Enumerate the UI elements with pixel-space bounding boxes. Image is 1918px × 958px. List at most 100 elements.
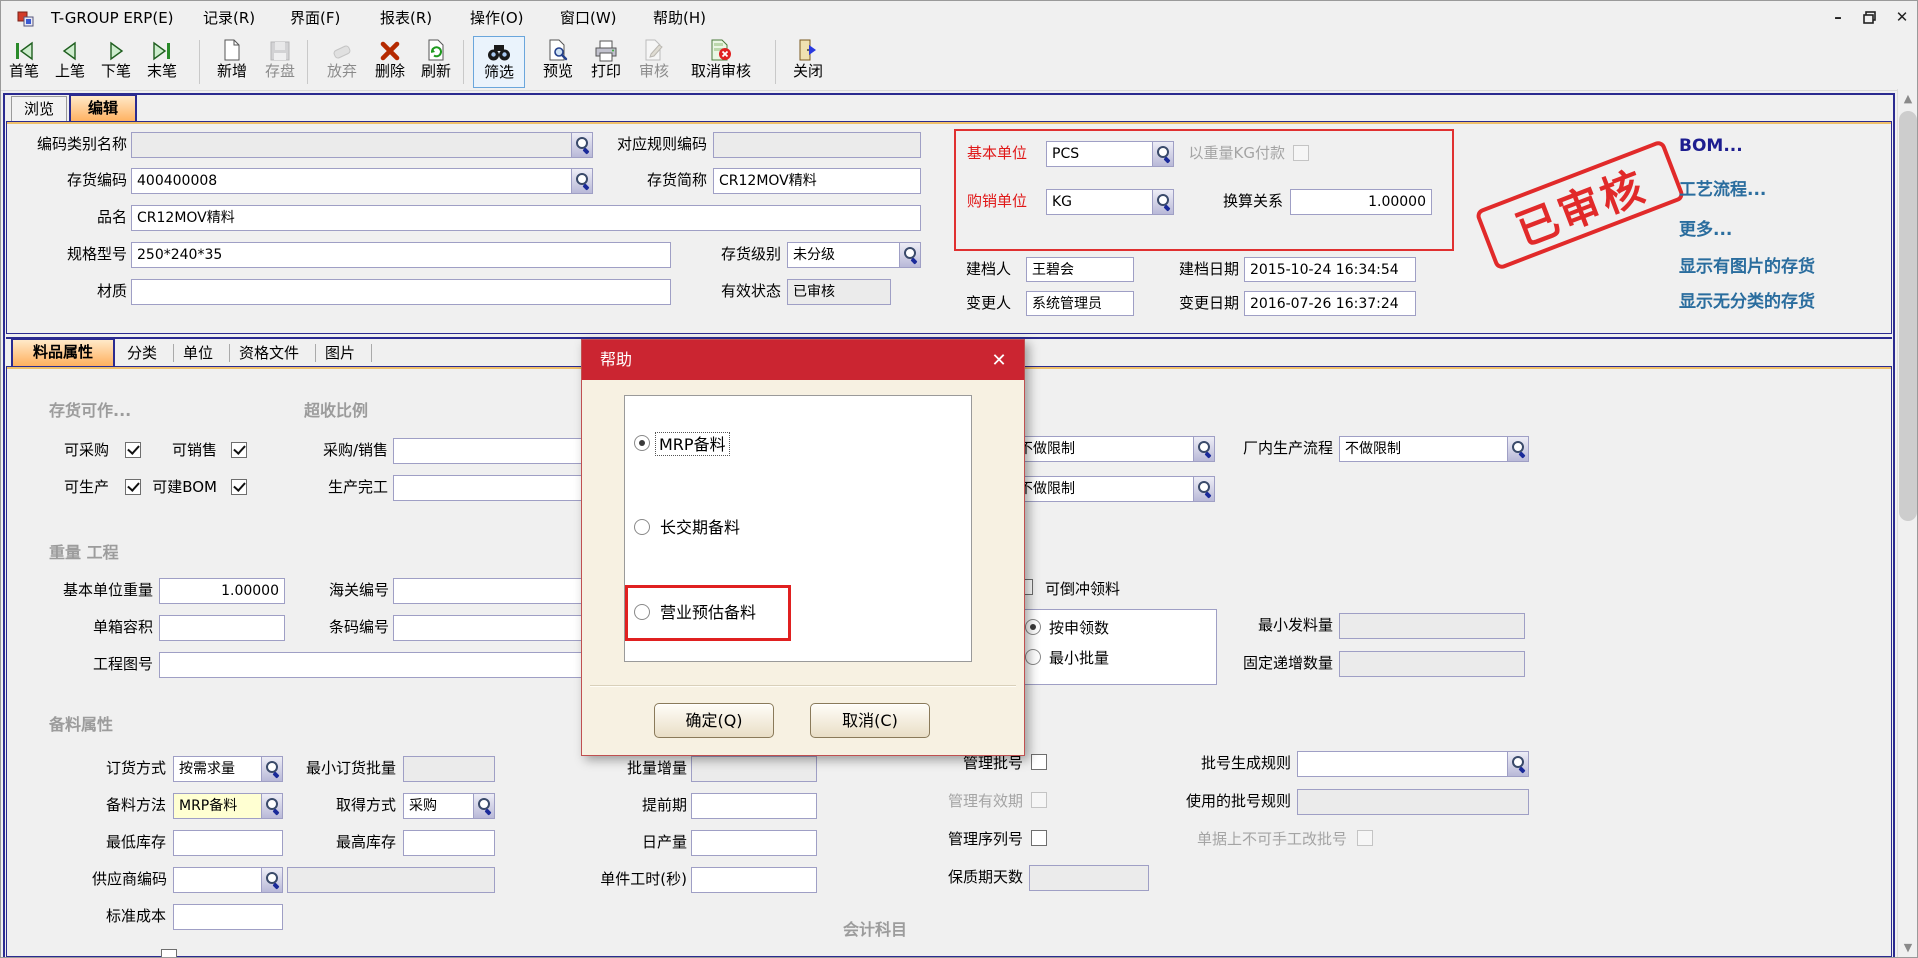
- lookup-icon[interactable]: [261, 757, 282, 781]
- can-produce-checkbox[interactable]: [125, 479, 141, 495]
- long-lead-prep-radio[interactable]: [634, 519, 650, 535]
- batch-increment-label: 批量增量: [609, 756, 687, 781]
- vertical-scrollbar[interactable]: ▲ ▼: [1897, 89, 1917, 958]
- lookup-icon[interactable]: [1507, 752, 1528, 776]
- acquire-mode-field[interactable]: 采购: [403, 793, 495, 819]
- item-code-field[interactable]: 400400008: [131, 168, 593, 194]
- close-button[interactable]: 关闭: [785, 36, 831, 88]
- order-mode-field[interactable]: 按需求量: [173, 756, 283, 782]
- tab-qualification[interactable]: 资格文件: [239, 341, 299, 365]
- first-record-button[interactable]: 首笔: [1, 36, 47, 88]
- manage-batch-checkbox[interactable]: [1031, 754, 1047, 770]
- lookup-icon[interactable]: [1152, 190, 1173, 214]
- filter-button[interactable]: 筛选: [473, 36, 525, 88]
- by-request-radio[interactable]: [1025, 619, 1041, 635]
- link-show-with-images[interactable]: 显示有图片的存货: [1679, 252, 1815, 277]
- lookup-icon[interactable]: [1152, 142, 1173, 166]
- menu-report[interactable]: 报表(R): [374, 7, 438, 29]
- menu-interface[interactable]: 界面(F): [284, 7, 346, 29]
- minimize-button[interactable]: –: [1825, 5, 1851, 29]
- dialog-close-icon[interactable]: ✕: [986, 348, 1012, 374]
- cutoff-checkbox[interactable]: [161, 949, 177, 958]
- conversion-field[interactable]: 1.00000: [1290, 189, 1432, 215]
- menu-app[interactable]: T-GROUP ERP(E): [45, 7, 180, 29]
- prev-record-button[interactable]: 上笔: [47, 36, 93, 88]
- close-window-button[interactable]: ✕: [1889, 5, 1915, 29]
- link-show-unclassified[interactable]: 显示无分类的存货: [1679, 287, 1815, 312]
- new-button[interactable]: 新增: [209, 36, 255, 88]
- piece-time-field[interactable]: [691, 867, 817, 893]
- tab-browse[interactable]: 浏览: [11, 96, 67, 121]
- cancel-audit-button[interactable]: 取消审核: [679, 36, 763, 88]
- delete-button[interactable]: 删除: [367, 36, 413, 88]
- menu-record[interactable]: 记录(R): [197, 7, 261, 29]
- scroll-thumb[interactable]: [1899, 111, 1917, 521]
- box-volume-field[interactable]: [159, 615, 285, 641]
- mrp-prep-radio[interactable]: [634, 435, 650, 451]
- lookup-icon[interactable]: [571, 133, 592, 157]
- prep-method-label: 备料方法: [96, 793, 166, 818]
- supplier-code-field[interactable]: [173, 867, 283, 893]
- can-purchase-checkbox[interactable]: [125, 442, 141, 458]
- preview-icon: [547, 36, 569, 62]
- spec-field[interactable]: 250*240*35: [131, 242, 671, 268]
- lookup-icon[interactable]: [1507, 437, 1528, 461]
- menu-help[interactable]: 帮助(H): [647, 7, 712, 29]
- next-record-button[interactable]: 下笔: [93, 36, 139, 88]
- trade-unit-field[interactable]: KG: [1046, 189, 1174, 215]
- print-button[interactable]: 打印: [583, 36, 629, 88]
- tab-item-attributes[interactable]: 料品属性: [11, 338, 115, 366]
- can-sell-checkbox[interactable]: [231, 442, 247, 458]
- link-bom[interactable]: BOM...: [1679, 136, 1743, 156]
- std-cost-field[interactable]: [173, 904, 283, 930]
- tab-unit[interactable]: 单位: [183, 341, 213, 365]
- preview-button[interactable]: 预览: [535, 36, 581, 88]
- cancel-dialog-button[interactable]: 取消(C): [810, 703, 930, 738]
- long-lead-prep-label[interactable]: 长交期备料: [660, 517, 740, 539]
- lookup-icon[interactable]: [899, 243, 920, 267]
- link-more[interactable]: 更多...: [1679, 215, 1732, 240]
- shelf-life-label: 保质期天数: [927, 865, 1023, 890]
- first-record-icon: [13, 36, 35, 62]
- daily-output-field[interactable]: [691, 830, 817, 856]
- scroll-down-arrow[interactable]: ▼: [1899, 938, 1917, 957]
- restore-button[interactable]: [1857, 5, 1883, 29]
- item-abbr-field[interactable]: CR12MOV精料: [713, 168, 921, 194]
- material-field[interactable]: [131, 279, 671, 305]
- lookup-icon[interactable]: [261, 868, 282, 892]
- manage-serial-checkbox[interactable]: [1031, 830, 1047, 846]
- unit-weight-field[interactable]: 1.00000: [159, 578, 285, 604]
- cancel-audit-icon: [709, 36, 733, 62]
- last-record-button[interactable]: 末笔: [139, 36, 185, 88]
- max-stock-field[interactable]: [403, 830, 495, 856]
- limit-field-1[interactable]: 不做限制: [1013, 436, 1215, 462]
- menu-window[interactable]: 窗口(W): [554, 7, 623, 29]
- link-process-flow[interactable]: 工艺流程...: [1679, 175, 1766, 200]
- used-batch-rule-label: 使用的批号规则: [1161, 789, 1291, 814]
- mrp-prep-label[interactable]: MRP备料: [656, 433, 729, 455]
- refresh-button[interactable]: 刷新: [413, 36, 459, 88]
- lookup-icon[interactable]: [261, 794, 282, 818]
- lookup-icon[interactable]: [1193, 437, 1214, 461]
- prep-method-field[interactable]: MRP备料: [173, 793, 283, 819]
- min-stock-field[interactable]: [173, 830, 283, 856]
- lookup-icon[interactable]: [571, 169, 592, 193]
- limit-field-2[interactable]: 不做限制: [1013, 476, 1215, 502]
- tab-category[interactable]: 分类: [127, 341, 157, 365]
- scroll-up-arrow[interactable]: ▲: [1899, 89, 1917, 108]
- batch-rule-field[interactable]: [1297, 751, 1529, 777]
- lead-time-field[interactable]: [691, 793, 817, 819]
- menu-operation[interactable]: 操作(O): [464, 7, 530, 29]
- tab-image[interactable]: 图片: [325, 341, 355, 365]
- lookup-icon[interactable]: [473, 794, 494, 818]
- grade-field[interactable]: 未分级: [787, 242, 921, 268]
- item-name-field[interactable]: CR12MOV精料: [131, 205, 921, 231]
- min-batch-radio[interactable]: [1025, 649, 1041, 665]
- factory-flow-field[interactable]: 不做限制: [1339, 436, 1529, 462]
- lookup-icon[interactable]: [1193, 477, 1214, 501]
- base-unit-field[interactable]: PCS: [1046, 141, 1174, 167]
- tab-edit[interactable]: 编辑: [69, 94, 137, 122]
- can-bom-checkbox[interactable]: [231, 479, 247, 495]
- drawing-no-field[interactable]: [159, 652, 609, 678]
- ok-button[interactable]: 确定(Q): [654, 703, 774, 738]
